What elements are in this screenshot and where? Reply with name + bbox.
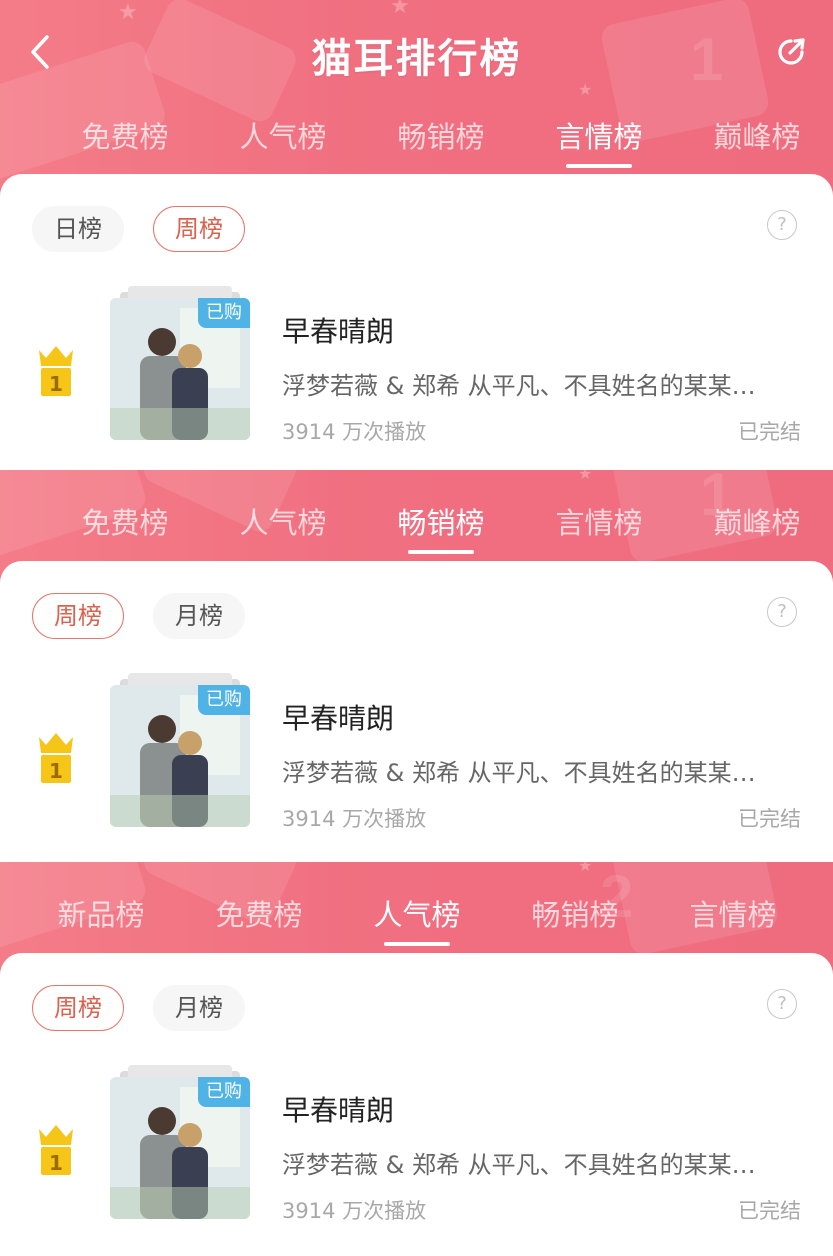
tab-romance[interactable]: 言情榜	[534, 500, 664, 560]
purchased-badge: 已购	[198, 685, 250, 715]
tab-free[interactable]: 免费榜	[60, 114, 190, 174]
rank-tabs: 新品榜 免费榜 人气榜 畅销榜 言情榜	[0, 892, 833, 952]
book-description: 浮梦若薇 & 郑希 从平凡、不具姓名的某某…	[282, 372, 756, 400]
tab-bestseller[interactable]: 畅销榜	[510, 892, 640, 952]
tab-peak[interactable]: 巅峰榜	[692, 114, 822, 174]
play-count: 3914 万次播放	[282, 1199, 427, 1223]
book-title[interactable]: 早春晴朗	[282, 697, 394, 737]
tab-free[interactable]: 免费榜	[60, 500, 190, 560]
tab-peak[interactable]: 巅峰榜	[692, 500, 822, 560]
tab-bestseller[interactable]: 畅销榜	[376, 500, 506, 560]
share-icon[interactable]	[771, 32, 811, 72]
cover-image: 已购	[110, 298, 250, 440]
page-title: 猫耳排行榜	[311, 36, 522, 82]
help-circle-icon[interactable]: ?	[767, 210, 797, 240]
top-header: 猫耳排行榜	[0, 0, 833, 105]
pill-weekly[interactable]: 周榜	[32, 985, 124, 1031]
pill-monthly[interactable]: 月榜	[153, 985, 245, 1031]
help-circle-icon[interactable]: ?	[767, 989, 797, 1019]
active-tab-indicator	[384, 942, 450, 946]
active-tab-indicator	[566, 164, 632, 168]
status-label: 已完结	[738, 807, 801, 831]
rank-tabs: 榜 免费榜 人气榜 畅销榜 言情榜 巅峰榜	[0, 114, 833, 174]
play-count: 3914 万次播放	[282, 807, 427, 831]
tab-bestseller[interactable]: 畅销榜	[376, 114, 506, 174]
play-count: 3914 万次播放	[282, 420, 427, 444]
tab-popular[interactable]: 人气榜	[218, 114, 348, 174]
tab-new[interactable]: 新品榜	[36, 892, 166, 952]
help-circle-icon[interactable]: ?	[767, 597, 797, 627]
purchased-badge: 已购	[198, 1077, 250, 1107]
status-label: 已完结	[738, 420, 801, 444]
active-tab-indicator	[408, 550, 474, 554]
pill-daily[interactable]: 日榜	[32, 206, 124, 252]
book-title[interactable]: 早春晴朗	[282, 1089, 394, 1129]
rank-tabs: 榜 免费榜 人气榜 畅销榜 言情榜 巅峰榜	[0, 500, 833, 560]
tab-partial[interactable]: 榜	[0, 114, 30, 174]
cover-image: 已购	[110, 1077, 250, 1219]
ranking-section-1: 1 ★ ★ ★ 猫耳排行榜 榜 免费榜 人气榜 畅销榜 言情榜 巅峰榜 日榜 周…	[0, 0, 833, 470]
ranking-section-3: 2 ★ 新品榜 免费榜 人气榜 畅销榜 言情榜 周榜 月榜 ? 1 已购 早春晴…	[0, 862, 833, 1256]
ranking-card: 周榜 月榜 ? 1 已购 早春晴朗 浮梦若薇 & 郑希 从平凡、不具姓名的某某……	[0, 561, 833, 862]
tab-popular[interactable]: 人气榜	[352, 892, 482, 952]
ranking-section-2: 1 ★ 榜 免费榜 人气榜 畅销榜 言情榜 巅峰榜 周榜 月榜 ? 1	[0, 470, 833, 862]
pill-weekly[interactable]: 周榜	[32, 593, 124, 639]
book-title[interactable]: 早春晴朗	[282, 310, 394, 350]
ranking-card: 周榜 月榜 ? 1 已购 早春晴朗 浮梦若薇 & 郑希 从平凡、不具姓名的某某……	[0, 953, 833, 1256]
tab-partial[interactable]: 榜	[0, 500, 30, 560]
tab-free[interactable]: 免费榜	[194, 892, 324, 952]
book-description: 浮梦若薇 & 郑希 从平凡、不具姓名的某某…	[282, 1151, 756, 1179]
book-cover[interactable]: 已购	[110, 286, 250, 442]
status-label: 已完结	[738, 1199, 801, 1223]
tab-popular[interactable]: 人气榜	[218, 500, 348, 560]
ranking-card: 日榜 周榜 ? 1 已购 早春晴朗 浮梦若薇 & 郑希 从平凡、不具姓名的某某……	[0, 174, 833, 470]
rank-number: 1	[49, 759, 63, 783]
book-cover[interactable]: 已购	[110, 1065, 250, 1221]
book-description: 浮梦若薇 & 郑希 从平凡、不具姓名的某某…	[282, 759, 756, 787]
rank-number: 1	[49, 372, 63, 396]
tab-romance[interactable]: 言情榜	[534, 114, 664, 174]
pill-monthly[interactable]: 月榜	[153, 593, 245, 639]
pill-weekly[interactable]: 周榜	[153, 206, 245, 252]
rank-number: 1	[49, 1151, 63, 1175]
tab-romance[interactable]: 言情榜	[668, 892, 798, 952]
purchased-badge: 已购	[198, 298, 250, 328]
book-cover[interactable]: 已购	[110, 673, 250, 829]
cover-image: 已购	[110, 685, 250, 827]
